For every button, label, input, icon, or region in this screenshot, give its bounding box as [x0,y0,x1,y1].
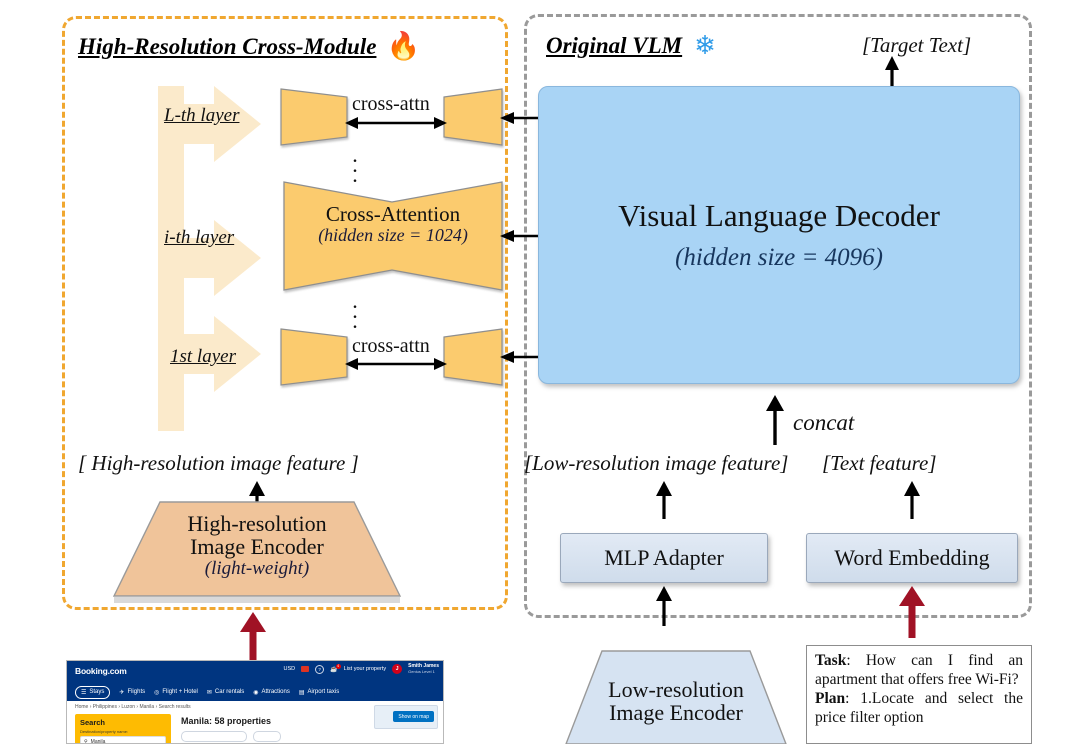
tab-stays[interactable]: ☰ Stays [75,685,111,699]
user-level: Genius Level 1 [408,668,435,674]
original-vlm-title: Original VLM [546,33,683,58]
tab-car-rentals[interactable]: ✉ Car rentals [207,689,244,696]
concat-label: concat [793,410,855,435]
cross-attn-arrow-bottom [345,358,447,370]
high-resolution-cross-module-title-group: High-Resolution Cross-Module 🔥 [78,33,420,60]
user-info[interactable]: Smith James Genius Level 1 [408,663,439,674]
concat-arrow [766,395,784,445]
booking-tab-bar: ☰ Stays ✈ Flights ◎ Flight + Hotel ✉ Car ren… [67,683,443,701]
notification-badge: 4 [335,663,341,669]
car-rentals-icon: ✉ [206,689,212,696]
decoder-to-layer-arrow-middle [500,230,542,242]
cross-attn-label-top: cross-attn [352,93,430,115]
list-your-property-link[interactable]: List your property [344,666,387,672]
hr-encoder-input-arrow [240,612,266,662]
task-to-word-embedding-arrow [899,586,925,638]
mlp-adapter-label: MLP Adapter [604,545,724,570]
cross-attention-block-left-bottom [280,328,348,386]
flight-hotel-icon: ◎ [154,689,160,696]
plan-text: : 1.Locate and select the price filter o… [815,689,1023,726]
search-icon: ⚲ [84,739,88,744]
tab-attractions-label: Attractions [261,689,290,695]
currency-selector[interactable]: USD [284,666,296,672]
show-on-map-button[interactable]: Show on map [393,711,434,722]
language-flag-icon[interactable] [301,666,310,673]
tab-flight-hotel-label: Flight + Hotel [162,689,198,695]
tab-attractions[interactable]: ◉ Attractions [253,689,290,696]
tab-flights-label: Flights [127,689,146,695]
airport-taxis-icon: ▤ [298,689,305,696]
search-subtitle: Destination/property name: [80,729,129,734]
layer-feed-arrow [158,86,261,431]
low-resolution-feature-label: [Low-resolution image feature] [524,451,789,475]
tab-flight-hotel[interactable]: ◎ Flight + Hotel [154,689,198,696]
mlp-adapter-output-arrow [656,481,672,519]
tab-stays-label: Stays [89,689,105,695]
cross-attn-arrow-top [345,117,447,129]
stays-icon: ☰ [81,689,87,696]
attractions-icon: ◉ [253,689,259,696]
flights-icon: ✈ [119,689,125,696]
plan-label: Plan [815,689,846,707]
word-embedding-output-arrow [904,481,920,519]
search-sidebar: Search Destination/property name: ⚲ Mani… [75,714,171,744]
fire-icon: 🔥 [386,31,421,61]
avatar[interactable]: J [392,664,403,675]
layer-label-1st: 1st layer [170,346,236,367]
tab-car-rentals-label: Car rentals [214,689,245,695]
search-title: Search [80,718,106,727]
search-input-value: Manila [90,739,106,744]
snowflake-icon: ❄ [694,31,716,60]
layer-label-l: L-th layer [164,105,240,126]
tab-airport-taxis-label: Airport taxis [307,689,340,695]
booking-nav-right: USD ? ☕ 4 List your property J Smith Jame… [284,663,439,675]
ellipsis-bottom: ... [352,288,358,333]
original-vlm-title-group: Original VLM ❄ [546,33,716,59]
text-feature-label: [Text feature] [822,451,937,475]
high-resolution-feature-label: [ High-resolution image feature ] [78,451,359,475]
target-text-arrow [885,56,899,90]
visual-language-decoder-box: Visual Language Decoder (hidden size = 4… [538,86,1020,384]
help-icon[interactable]: ? [315,664,325,674]
booking-logo[interactable]: Booking.com [75,666,127,676]
ellipsis-top: ... [352,142,358,187]
word-embedding-box: Word Embedding [806,533,1018,583]
mlp-adapter-box: MLP Adapter [560,533,768,583]
tab-flights[interactable]: ✈ Flights [119,689,145,696]
search-input[interactable]: ⚲ Manila [80,736,166,744]
task-label: Task [815,652,847,669]
task-line: Task: How can I find an apartment that o… [815,652,1023,690]
cross-attention-block-left-top [280,88,348,146]
task-text: : How can I find an apartment that offer… [815,652,1023,688]
notification-bell-icon[interactable]: ☕ 4 [330,663,341,673]
task-plan-panel: Task: How can I find an apartment that o… [806,645,1032,744]
cross-attention-block-middle [283,181,503,291]
booking-top-nav: Booking.com USD ? ☕ 4 List your property … [67,661,443,683]
decoder-to-layer-arrow-top [500,112,542,124]
booking-screenshot[interactable]: Booking.com USD ? ☕ 4 List your property … [66,660,444,744]
low-resolution-image-encoder-shape [565,650,787,744]
filter-pill-2[interactable] [253,731,281,742]
high-resolution-cross-module-title: High-Resolution Cross-Module [78,33,377,59]
target-text-label: [Target Text] [862,33,972,57]
high-resolution-image-encoder-shape [112,501,402,603]
low-res-encoder-to-mlp-arrow [656,586,672,626]
plan-line: Plan: 1.Locate and select the price filt… [815,690,1023,728]
cross-attention-block-right-bottom [443,328,503,386]
filter-pills [181,731,435,742]
cross-attention-block-right-top [443,88,503,146]
tab-airport-taxis[interactable]: ▤ Airport taxis [299,689,339,696]
word-embedding-label: Word Embedding [834,545,990,570]
filter-pill-1[interactable] [181,731,247,742]
decoder-subtitle: (hidden size = 4096) [675,244,883,271]
layer-label-i: i-th layer [164,227,235,248]
decoder-title: Visual Language Decoder [618,198,940,233]
decoder-to-layer-arrow-bottom [500,351,542,363]
